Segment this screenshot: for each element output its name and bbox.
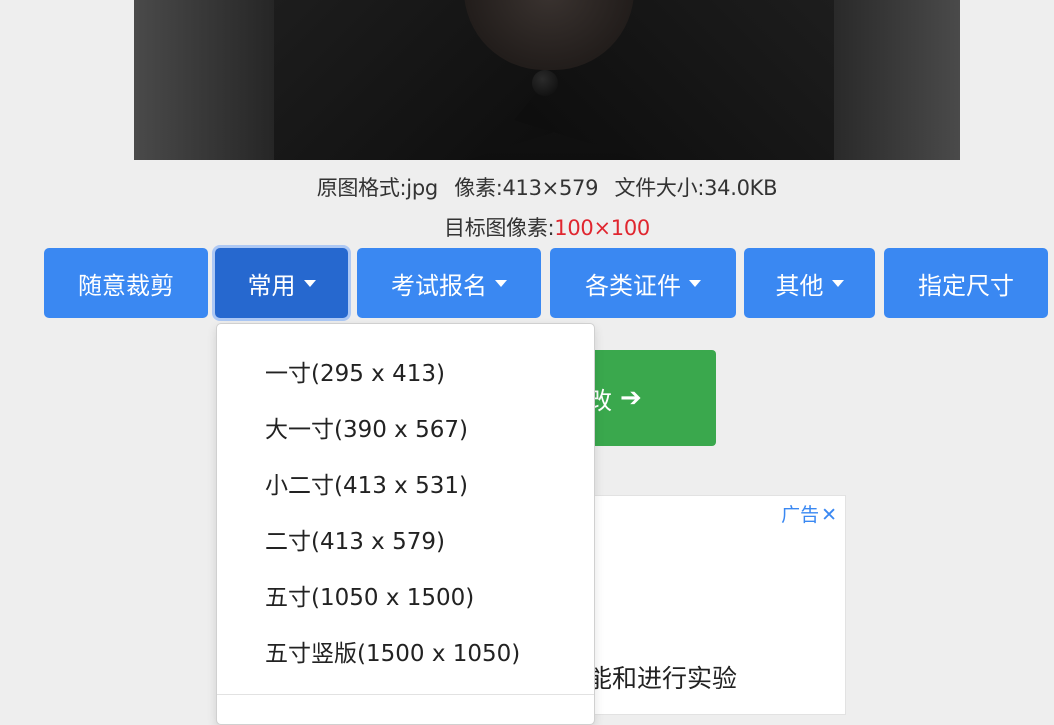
caret-down-icon: [495, 279, 507, 287]
free-crop-label: 随意裁剪: [78, 271, 174, 300]
custom-size-button[interactable]: 指定尺寸: [884, 248, 1048, 318]
filesize-label: 文件大小:34.0KB: [614, 176, 778, 200]
arrow-right-icon: ➔: [620, 383, 642, 413]
menu-item-large-1-inch[interactable]: 大一寸(390 x 567): [265, 410, 468, 444]
target-label: 目标图像素:: [444, 216, 555, 240]
exam-dropdown-button[interactable]: 考试报名: [357, 248, 541, 318]
custom-size-label: 指定尺寸: [918, 271, 1014, 300]
target-info-line: 目标图像素:100×100: [0, 212, 1054, 242]
certificates-label: 各类证件: [585, 271, 681, 300]
common-label: 常用: [247, 271, 296, 300]
other-label: 其他: [775, 271, 824, 300]
ad-box[interactable]: 广告 ✕ 能和进行实验: [560, 495, 846, 715]
ad-label: 广告: [781, 504, 820, 526]
menu-item-1-inch[interactable]: 一寸(295 x 413): [265, 354, 445, 388]
photo-preview: [134, 0, 960, 160]
ad-badge[interactable]: 广告 ✕: [781, 500, 837, 527]
caret-down-icon: [303, 279, 316, 287]
image-info-line: 原图格式:jpg 像素:413×579 文件大小:34.0KB: [0, 172, 1054, 202]
menu-item-5-inch[interactable]: 五寸(1050 x 1500): [265, 578, 474, 612]
ad-text[interactable]: 能和进行实验: [587, 659, 737, 695]
menu-item-small-2-inch[interactable]: 小二寸(413 x 531): [265, 466, 468, 500]
common-dropdown-button[interactable]: 常用: [215, 248, 348, 318]
close-icon[interactable]: ✕: [821, 504, 837, 526]
menu-item-2-inch[interactable]: 二寸(413 x 579): [265, 522, 445, 556]
other-dropdown-button[interactable]: 其他: [744, 248, 875, 318]
menu-item-5-inch-vertical[interactable]: 五寸竖版(1500 x 1050): [265, 634, 520, 668]
free-crop-button[interactable]: 随意裁剪: [44, 248, 208, 318]
common-size-menu: 一寸(295 x 413) 大一寸(390 x 567) 小二寸(413 x 5…: [216, 323, 595, 725]
caret-down-icon: [831, 279, 844, 287]
exam-label: 考试报名: [391, 271, 487, 300]
caret-down-icon: [689, 279, 701, 287]
target-value: 100×100: [554, 216, 650, 240]
certificates-dropdown-button[interactable]: 各类证件: [550, 248, 736, 318]
pixels-label: 像素:413×579: [454, 176, 599, 200]
format-label: 原图格式:jpg: [316, 176, 438, 200]
menu-divider: [217, 694, 594, 695]
